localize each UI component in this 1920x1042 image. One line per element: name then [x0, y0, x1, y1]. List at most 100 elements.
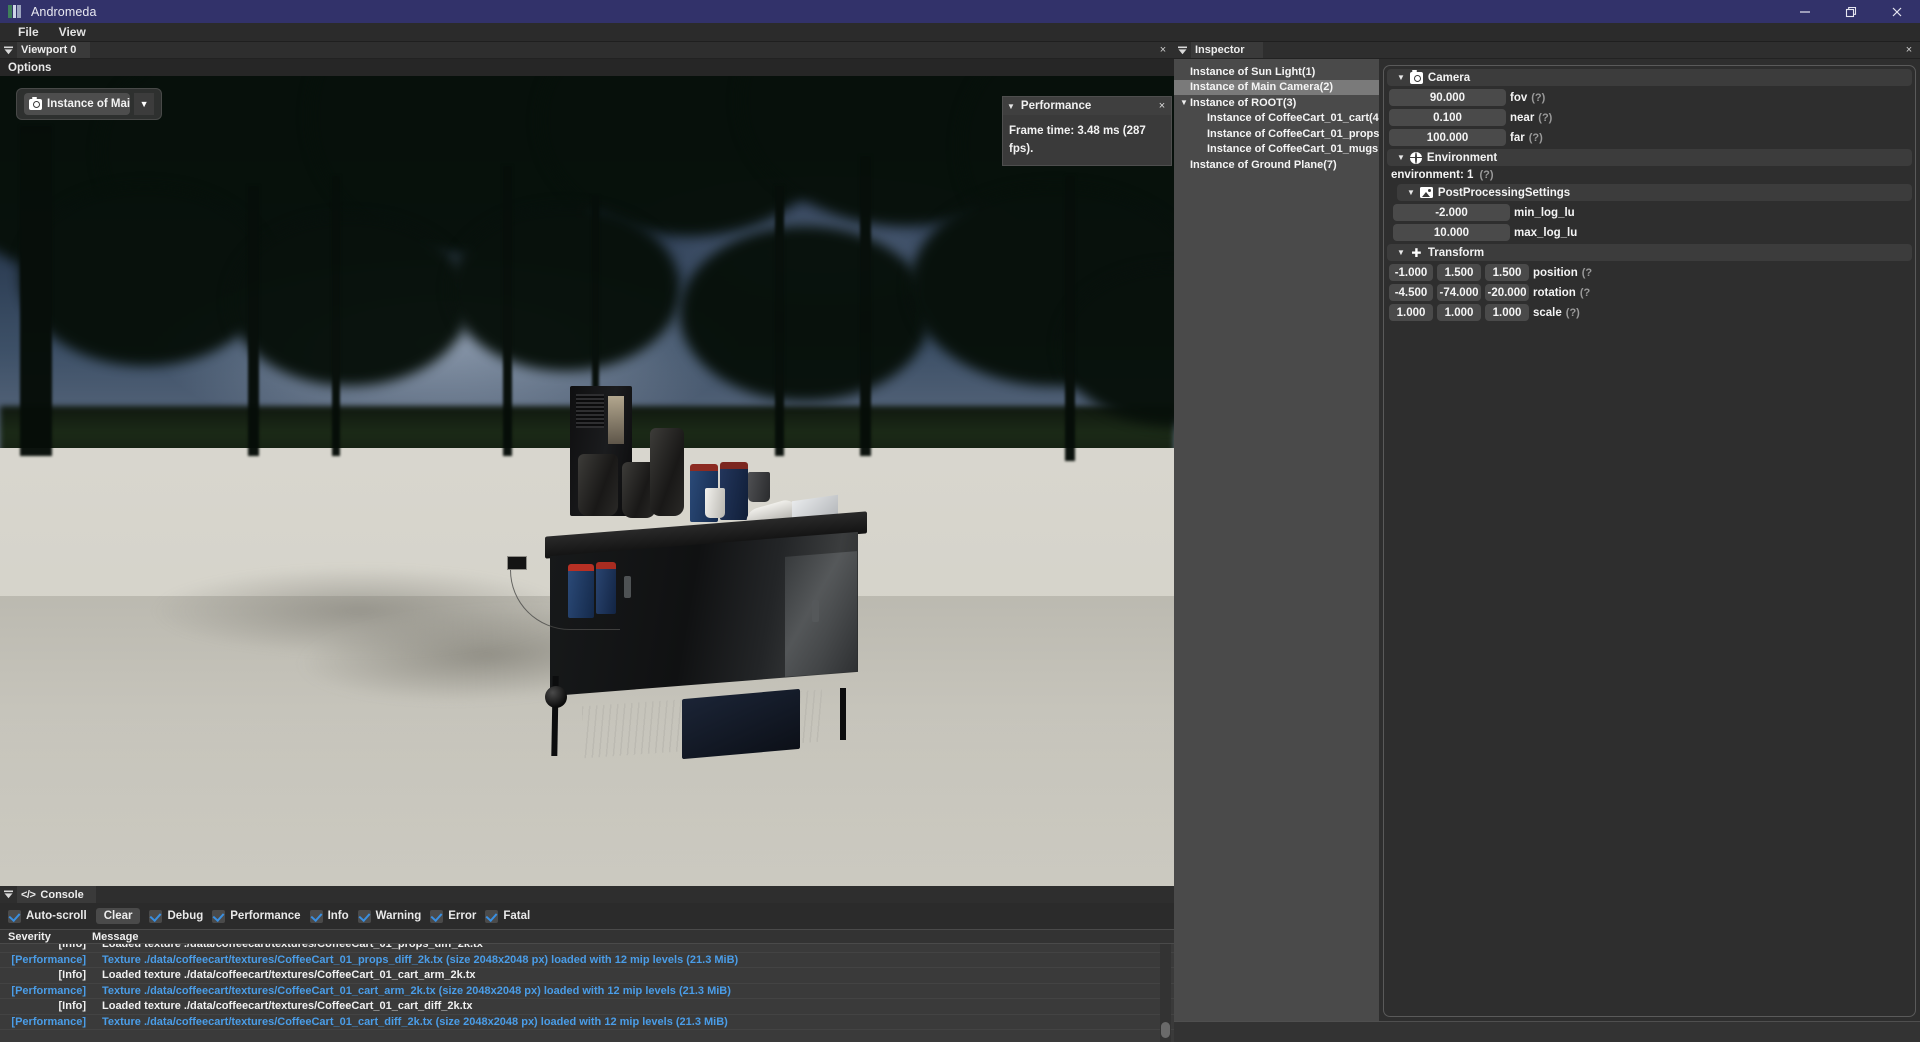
collapse-caret-icon[interactable]: ▼ — [1397, 248, 1405, 257]
minimize-button[interactable] — [1782, 0, 1828, 23]
help-icon[interactable]: (?) — [1566, 307, 1580, 319]
console-scrollbar[interactable] — [1160, 944, 1171, 1042]
help-icon[interactable]: (?) — [1531, 92, 1545, 104]
help-icon[interactable]: (?) — [1529, 132, 1543, 144]
scale-label: scale — [1533, 306, 1562, 319]
globe-icon — [1409, 151, 1422, 164]
help-icon[interactable]: (?) — [1538, 112, 1552, 124]
maximize-button[interactable] — [1828, 0, 1874, 23]
console-log-list[interactable]: [Info] Loaded texture ./data/coffeecart/… — [0, 944, 1174, 1042]
viewport-camera-selector-inner[interactable]: Instance of Mai — [24, 93, 131, 115]
group-camera-title: Camera — [1427, 71, 1471, 84]
console-autoscroll-toggle[interactable]: Auto-scroll — [8, 909, 87, 923]
console-scrollbar-thumb[interactable] — [1161, 1022, 1170, 1038]
scale-y-field[interactable]: 1.000 — [1437, 304, 1481, 321]
tree-item-root[interactable]: ▼ Instance of ROOT(3) — [1174, 95, 1379, 111]
collapse-caret-icon[interactable]: ▼ — [1007, 102, 1015, 111]
table-row[interactable]: [Info] Loaded texture ./data/coffeecart/… — [0, 968, 1174, 984]
min-log-lum-label: min_log_lu — [1514, 206, 1575, 219]
console-filter-info-label: Info — [327, 910, 349, 922]
close-button[interactable] — [1874, 0, 1920, 23]
log-severity: [Info] — [58, 1000, 86, 1013]
console-dock-menu-icon[interactable] — [0, 886, 17, 903]
help-icon[interactable]: (?) — [1479, 169, 1493, 181]
chevron-down-icon[interactable]: ▼ — [134, 93, 155, 115]
column-header-message: Message — [92, 930, 139, 943]
viewport-close-icon[interactable]: × — [1152, 42, 1174, 58]
collapse-caret-icon[interactable]: ▼ — [1397, 153, 1405, 162]
viewport-camera-selector[interactable]: Instance of Mai ▼ — [16, 88, 163, 120]
console-filter-info[interactable]: Info — [309, 909, 349, 923]
far-field[interactable]: 100.000 — [1389, 129, 1506, 146]
collapse-caret-icon[interactable]: ▼ — [1407, 188, 1415, 197]
max-log-lum-field[interactable]: 10.000 — [1393, 224, 1510, 241]
menu-file[interactable]: File — [8, 24, 49, 40]
console-filter-performance[interactable]: Performance — [212, 909, 301, 923]
table-row[interactable]: [Info] Loaded texture ./data/coffeecart/… — [0, 999, 1174, 1015]
menu-view[interactable]: View — [49, 24, 96, 40]
tree-item-label: Instance of CoffeeCart_01_cart(4 — [1207, 112, 1379, 125]
tree-item-sun-light[interactable]: Instance of Sun Light(1) — [1174, 64, 1379, 80]
wall-outlet — [507, 556, 527, 570]
tab-inspector[interactable]: Inspector — [1191, 42, 1263, 58]
tree-item-main-camera[interactable]: Instance of Main Camera(2) — [1174, 79, 1379, 95]
position-x-field[interactable]: -1.000 — [1389, 264, 1433, 281]
near-field[interactable]: 0.100 — [1389, 109, 1506, 126]
console-filter-fatal[interactable]: Fatal — [485, 909, 530, 923]
group-postprocessing-header[interactable]: ▼ PostProcessingSettings — [1397, 184, 1912, 201]
tree-item-ground-plane[interactable]: Instance of Ground Plane(7) — [1174, 157, 1379, 173]
collapse-caret-icon[interactable]: ▼ — [1397, 73, 1405, 82]
inspector-close-icon[interactable]: × — [1898, 42, 1920, 58]
inspector-split: Instance of Sun Light(1) Instance of Mai… — [1174, 59, 1920, 1021]
checkbox-icon[interactable] — [309, 909, 323, 923]
tab-viewport-0[interactable]: Viewport 0 — [17, 42, 91, 58]
tab-console[interactable]: </> Console — [17, 886, 96, 903]
position-z-field[interactable]: 1.500 — [1485, 264, 1529, 281]
position-y-field[interactable]: 1.500 — [1437, 264, 1481, 281]
log-message: Texture ./data/coffeecart/textures/Coffe… — [102, 953, 739, 966]
scale-x-field[interactable]: 1.000 — [1389, 304, 1433, 321]
rotation-y-field[interactable]: -74.000 — [1437, 284, 1481, 301]
performance-panel-close-icon[interactable]: × — [1153, 100, 1171, 112]
checkbox-icon[interactable] — [149, 909, 163, 923]
inspector-dock-menu-icon[interactable] — [1174, 42, 1191, 58]
table-row[interactable]: [Info] Loaded texture ./data/coffeecart/… — [0, 944, 1174, 953]
checkbox-icon[interactable] — [430, 909, 444, 923]
viewport-tabbar-filler — [90, 42, 1152, 58]
console-filter-error[interactable]: Error — [430, 909, 477, 923]
viewport-3d-render[interactable]: Instance of Mai ▼ ▼ Performance × Frame … — [0, 76, 1174, 886]
scale-z-field[interactable]: 1.000 — [1485, 304, 1529, 321]
group-camera-header[interactable]: ▼ Camera — [1387, 69, 1912, 86]
rotation-x-field[interactable]: -4.500 — [1389, 284, 1433, 301]
viewport-options-bar[interactable]: Options — [0, 59, 1174, 76]
group-environment-header[interactable]: ▼ Environment — [1387, 149, 1912, 166]
log-severity: [Performance] — [11, 984, 86, 997]
checkbox-icon[interactable] — [8, 909, 21, 923]
performance-panel-header[interactable]: ▼ Performance × — [1003, 97, 1171, 115]
expand-caret-icon[interactable]: ▼ — [1178, 98, 1190, 107]
fov-label: fov — [1510, 91, 1528, 104]
checkbox-icon[interactable] — [485, 909, 499, 923]
console-filter-debug[interactable]: Debug — [149, 909, 203, 923]
rotation-z-field[interactable]: -20.000 — [1485, 284, 1529, 301]
checkbox-icon[interactable] — [212, 909, 226, 923]
console-filter-error-label: Error — [448, 910, 477, 922]
viewport-dock-menu-icon[interactable] — [0, 42, 17, 58]
fov-field[interactable]: 90.000 — [1389, 89, 1506, 106]
group-transform-header[interactable]: ▼ ✚ Transform — [1387, 244, 1912, 261]
table-row[interactable]: [Performance] Texture ./data/coffeecart/… — [0, 984, 1174, 999]
help-icon[interactable]: (? — [1582, 267, 1592, 279]
tree-item-coffeecart-cart[interactable]: Instance of CoffeeCart_01_cart(4 — [1174, 111, 1379, 127]
table-row[interactable]: [Performance] Texture ./data/coffeecart/… — [0, 953, 1174, 968]
console-filter-warning[interactable]: Warning — [357, 909, 421, 923]
help-icon[interactable]: (? — [1580, 287, 1590, 299]
tree-item-coffeecart-props[interactable]: Instance of CoffeeCart_01_props — [1174, 126, 1379, 142]
checkbox-icon[interactable] — [357, 909, 371, 923]
table-row[interactable]: [Performance] Texture ./data/coffeecart/… — [0, 1015, 1174, 1030]
tree-item-coffeecart-mugs[interactable]: Instance of CoffeeCart_01_mugs — [1174, 142, 1379, 158]
brewer-glow — [608, 396, 624, 444]
console-dock: </> Console Auto-scroll Clear Debug Perf… — [0, 886, 1174, 1042]
min-log-lum-field[interactable]: -2.000 — [1393, 204, 1510, 221]
properties-card: ▼ Camera 90.000 fov (?) 0.100 near (?) 1… — [1383, 65, 1916, 1017]
console-clear-button[interactable]: Clear — [95, 908, 141, 924]
